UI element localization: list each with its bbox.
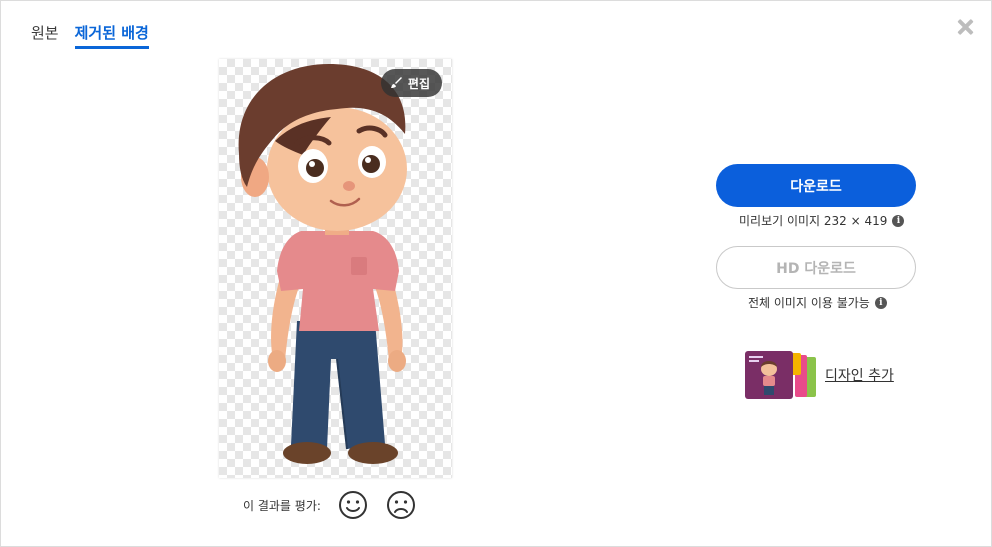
add-design-label[interactable]: 디자인 추가 xyxy=(825,365,894,385)
info-icon[interactable]: i xyxy=(892,214,905,227)
view-tabs: 원본 제거된 배경 xyxy=(31,23,149,49)
edit-button[interactable]: 편집 xyxy=(380,69,442,97)
hd-availability-text: 전체 이미지 이용 불가능 xyxy=(748,296,870,310)
tab-removed-background[interactable]: 제거된 배경 xyxy=(74,23,149,49)
tab-original[interactable]: 원본 xyxy=(31,23,59,49)
brush-icon xyxy=(390,77,402,88)
add-design-link[interactable]: 디자인 추가 xyxy=(745,351,894,399)
hd-download-button[interactable]: HD 다운로드 xyxy=(716,246,916,289)
rating-label: 이 결과를 평가: xyxy=(243,498,321,513)
result-dialog: 원본 제거된 배경 편집 이 결과를 평가: 다운로드 미리보기 이미지 232… xyxy=(0,0,992,547)
download-button[interactable]: 다운로드 xyxy=(716,164,916,207)
frown-icon[interactable] xyxy=(385,489,417,521)
result-preview: 편집 xyxy=(219,59,452,478)
smile-icon[interactable] xyxy=(337,489,369,521)
preview-size-text: 미리보기 이미지 232 × 419 xyxy=(739,214,888,228)
rating-bar: 이 결과를 평가: xyxy=(243,489,417,521)
close-icon[interactable] xyxy=(955,17,975,37)
edit-label: 편집 xyxy=(407,76,430,91)
info-icon[interactable]: i xyxy=(874,296,887,309)
hd-availability-info: 전체 이미지 이용 불가능 i xyxy=(748,294,887,311)
character-image xyxy=(238,64,407,464)
design-thumbnail xyxy=(745,351,816,399)
preview-size-info: 미리보기 이미지 232 × 419 i xyxy=(739,212,905,229)
